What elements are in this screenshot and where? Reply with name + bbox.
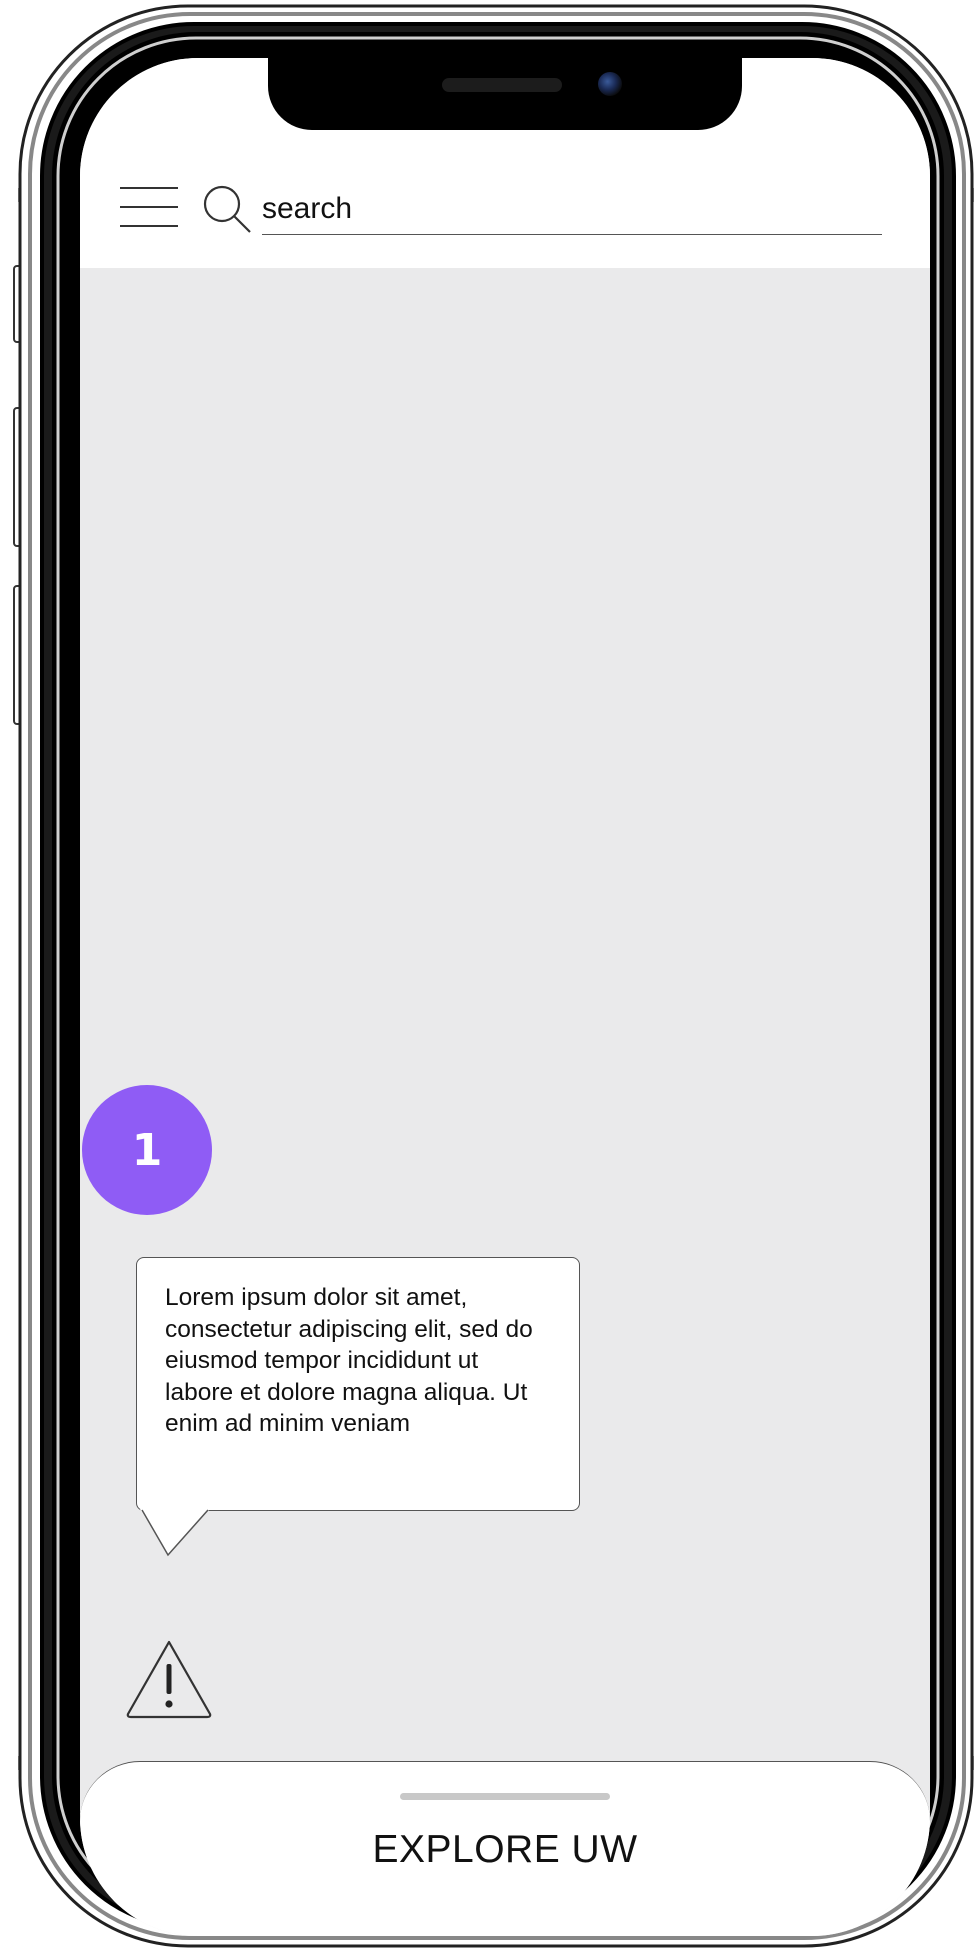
- step-number: 1: [131, 1124, 163, 1176]
- menu-icon[interactable]: [120, 186, 178, 228]
- step-number-badge: 1: [82, 1085, 212, 1215]
- phone-screen: 1 Lorem ipsum dolor sit amet, consectetu…: [80, 58, 930, 1936]
- warning-icon: [126, 1640, 212, 1719]
- tooltip-pointer: [140, 1509, 210, 1557]
- tooltip-callout: Lorem ipsum dolor sit amet, consectetur …: [136, 1257, 580, 1511]
- bottom-sheet-title: EXPLORE UW: [372, 1828, 638, 1871]
- bottom-sheet[interactable]: EXPLORE UW: [80, 1761, 930, 1936]
- camera-icon: [598, 72, 622, 96]
- speaker-grille: [442, 78, 562, 92]
- tooltip-text: Lorem ipsum dolor sit amet, consectetur …: [165, 1284, 533, 1437]
- search-icon[interactable]: [200, 182, 252, 234]
- drag-handle[interactable]: [400, 1793, 610, 1800]
- search-input[interactable]: [262, 188, 882, 235]
- notch: [268, 58, 742, 130]
